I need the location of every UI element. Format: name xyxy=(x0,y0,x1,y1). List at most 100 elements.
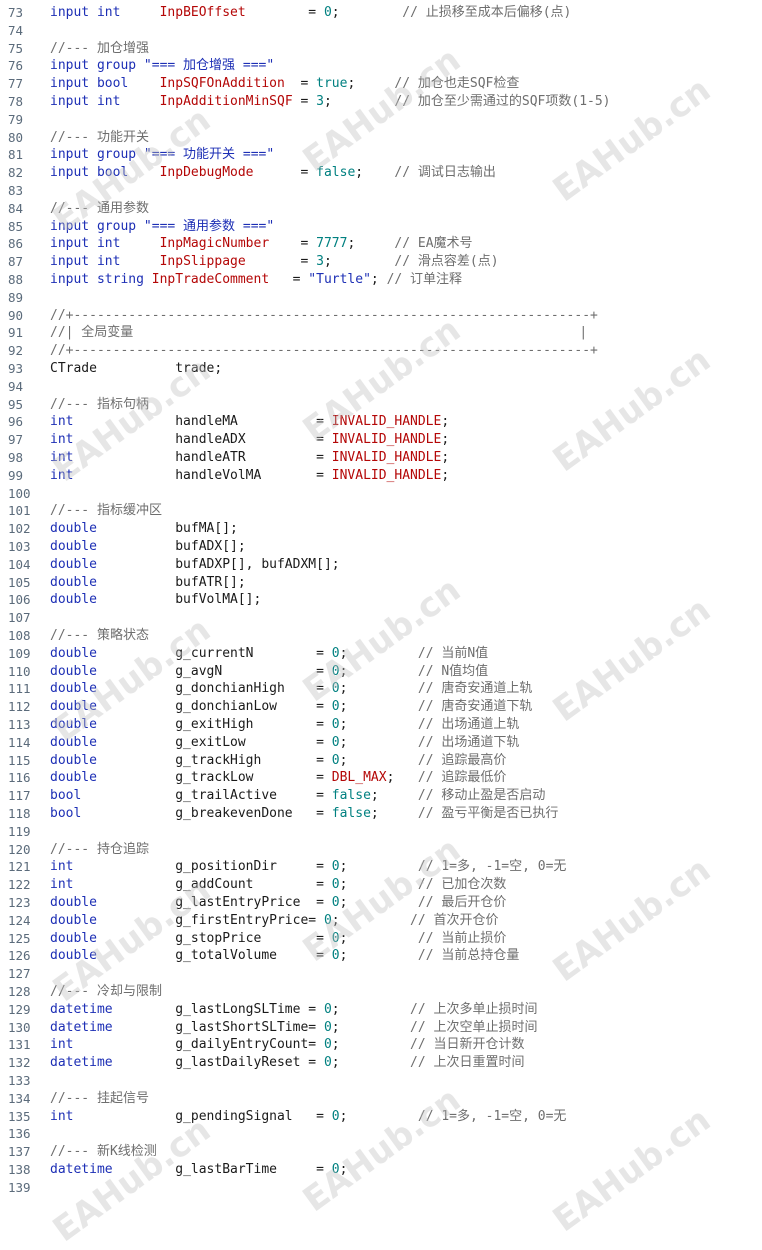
code-line[interactable]: 80 //--- 功能开关 xyxy=(0,129,762,147)
code-line[interactable]: 93 CTrade trade; xyxy=(0,360,762,378)
code-token: datetime xyxy=(50,1019,113,1035)
line-number: 134 xyxy=(8,1090,31,1106)
line-number: 112 xyxy=(8,699,31,715)
code-line[interactable]: 112 double g_donchianLow = 0; // 唐奇安通道下轨 xyxy=(0,698,762,716)
code-token: //| 全局变量 | xyxy=(50,325,588,341)
code-line[interactable]: 91 //| 全局变量 | xyxy=(0,324,762,342)
code-line[interactable]: 138 datetime g_lastBarTime = 0; xyxy=(0,1161,762,1179)
code-line[interactable]: 106 double bufVolMA[]; xyxy=(0,591,762,609)
line-number: 113 xyxy=(8,717,31,732)
code-line[interactable]: 133 xyxy=(0,1072,762,1090)
code-line[interactable]: 120 //--- 持仓追踪 xyxy=(0,841,762,859)
code-line[interactable]: 107 xyxy=(0,609,762,627)
code-line[interactable]: 121 int g_positionDir = 0; // 1=多, -1=空, … xyxy=(0,858,762,876)
code-line[interactable]: 75 //--- 加仓增强 xyxy=(0,40,762,58)
code-line[interactable]: 88 input string InpTradeComment = "Turtle… xyxy=(0,271,762,289)
code-line[interactable]: 97 int handleADX = INVALID_HANDLE; xyxy=(0,431,762,449)
line-code: double g_trackLow = DBL_MAX; // 追踪最低价 xyxy=(50,769,506,787)
line-code: //+-------------------------------------… xyxy=(50,307,598,325)
code-line[interactable]: 114 double g_exitLow = 0; // 出场通道下轨 xyxy=(0,734,762,752)
code-line[interactable]: 122 int g_addCount = 0; // 已加仓次数 xyxy=(0,876,762,894)
code-line[interactable]: 136 xyxy=(0,1125,762,1143)
code-line[interactable]: 110 double g_avgN = 0; // N值均值 xyxy=(0,663,762,681)
code-line[interactable]: 118 bool g_breakevenDone = false; // 盈亏平衡… xyxy=(0,805,762,823)
code-line[interactable]: 101 //--- 指标缓冲区 xyxy=(0,502,762,520)
code-token: InpAdditionMinSQF xyxy=(159,94,293,109)
code-line[interactable]: 111 double g_donchianHigh = 0; // 唐奇安通道上轨 xyxy=(0,680,762,698)
line-number: 85 xyxy=(8,218,24,234)
line-code: double g_exitHigh = 0; // 出场通道上轨 xyxy=(50,716,519,734)
code-token: int xyxy=(50,450,74,465)
code-line[interactable]: 139 xyxy=(0,1179,762,1197)
code-line[interactable]: 90 //+-----------------------------------… xyxy=(0,307,762,325)
code-line[interactable]: 135 int g_pendingSignal = 0; // 1=多, -1=空… xyxy=(0,1108,762,1126)
code-line[interactable]: 77 input bool InpSQFOnAddition = true; //… xyxy=(0,75,762,93)
line-number: 86 xyxy=(8,236,24,252)
line-number: 130 xyxy=(8,1019,31,1035)
code-token: 0 xyxy=(331,895,340,910)
code-line[interactable]: 76 input group "=== 加仓增强 ===" xyxy=(0,57,762,75)
line-code: //--- 加仓增强 xyxy=(50,40,149,58)
code-line[interactable]: 89 xyxy=(0,289,762,307)
code-line[interactable]: 126 double g_totalVolume = 0; // 当前总持仓量 xyxy=(0,947,762,965)
code-line[interactable]: 95 //--- 指标句柄 xyxy=(0,396,762,414)
code-line[interactable]: 116 double g_trackLow = DBL_MAX; // 追踪最低价 xyxy=(0,769,762,787)
code-token: //--- 指标句柄 xyxy=(50,396,149,412)
code-line[interactable]: 98 int handleATR = INVALID_HANDLE; xyxy=(0,449,762,467)
code-line[interactable]: 132 datetime g_lastDailyReset = 0; // 上次日… xyxy=(0,1054,762,1072)
code-token: 0 xyxy=(331,930,340,946)
code-line[interactable]: 113 double g_exitHigh = 0; // 出场通道上轨 xyxy=(0,716,762,734)
code-line[interactable]: 82 input bool InpDebugMode = false; // 调试… xyxy=(0,164,762,182)
code-token: 0 xyxy=(323,5,332,20)
code-line[interactable]: 79 xyxy=(0,111,762,129)
code-line[interactable]: 108 //--- 策略状态 xyxy=(0,627,762,645)
code-line[interactable]: 117 bool g_trailActive = false; // 移动止盈是否… xyxy=(0,787,762,805)
code-line[interactable]: 130 datetime g_lastShortSLTime= 0; // 上次空… xyxy=(0,1019,762,1037)
code-line[interactable]: 109 double g_currentN = 0; // 当前N值 xyxy=(0,645,762,663)
code-line[interactable]: 123 double g_lastEntryPrice = 0; // 最后开仓价 xyxy=(0,894,762,912)
code-line[interactable]: 86 input int InpMagicNumber = 7777; // EA… xyxy=(0,235,762,253)
code-line[interactable]: 119 xyxy=(0,823,762,841)
code-line[interactable]: 124 double g_firstEntryPrice= 0; // 首次开仓价 xyxy=(0,912,762,930)
code-line[interactable]: 92 //+-----------------------------------… xyxy=(0,342,762,360)
line-number: 138 xyxy=(8,1162,31,1177)
code-line[interactable]: 131 int g_dailyEntryCount= 0; // 当日新开仓计数 xyxy=(0,1036,762,1054)
line-number: 128 xyxy=(8,984,31,999)
code-line[interactable]: 134 //--- 挂起信号 xyxy=(0,1090,762,1108)
code-token: INVALID_HANDLE xyxy=(331,414,442,430)
code-line[interactable]: 83 xyxy=(0,182,762,200)
code-line[interactable]: 74 xyxy=(0,22,762,40)
code-line[interactable]: 78 input int InpAdditionMinSQF = 3; // 加仓… xyxy=(0,93,762,111)
code-token: InpBEOffset xyxy=(159,5,246,20)
code-line[interactable]: 103 double bufADX[]; xyxy=(0,538,762,556)
code-token: ; xyxy=(370,272,379,287)
code-line[interactable]: 87 input int InpSlippage = 3; // 滑点容差(点) xyxy=(0,253,762,271)
code-line[interactable]: 102 double bufMA[]; xyxy=(0,520,762,538)
code-token: = xyxy=(269,272,309,287)
code-line[interactable]: 73 input int InpBEOffset = 0; // 止损移至成本后偏… xyxy=(0,4,762,22)
line-code: int g_positionDir = 0; // 1=多, -1=空, 0=无 xyxy=(50,858,566,876)
code-line[interactable]: 137 //--- 新K线检测 xyxy=(0,1143,762,1161)
code-token: // 1=多, -1=空, 0=无 xyxy=(347,1108,567,1124)
code-line[interactable]: 84 //--- 通用参数 xyxy=(0,200,762,218)
code-token: //--- 冷却与限制 xyxy=(50,984,162,999)
code-editor[interactable]: 73 input int InpBEOffset = 0; // 止损移至成本后偏… xyxy=(0,0,762,1250)
code-line[interactable]: 129 datetime g_lastLongSLTime = 0; // 上次多… xyxy=(0,1001,762,1019)
code-line[interactable]: 85 input group "=== 通用参数 ===" xyxy=(0,218,762,236)
line-code: int g_pendingSignal = 0; // 1=多, -1=空, 0… xyxy=(50,1108,566,1126)
code-line[interactable]: 104 double bufADXP[], bufADXM[]; xyxy=(0,556,762,574)
code-token: //--- 挂起信号 xyxy=(50,1090,149,1106)
code-token: double xyxy=(50,521,97,537)
code-line[interactable]: 81 input group "=== 功能开关 ===" xyxy=(0,146,762,164)
code-line[interactable]: 128 //--- 冷却与限制 xyxy=(0,983,762,1001)
code-line[interactable]: 125 double g_stopPrice = 0; // 当前止损价 xyxy=(0,930,762,948)
code-line[interactable]: 100 xyxy=(0,485,762,503)
code-line[interactable]: 115 double g_trackHigh = 0; // 追踪最高价 xyxy=(0,752,762,770)
code-line[interactable]: 105 double bufATR[]; xyxy=(0,574,762,592)
code-line[interactable]: 127 xyxy=(0,965,762,983)
code-token: INVALID_HANDLE xyxy=(331,450,442,465)
code-line[interactable]: 94 xyxy=(0,378,762,396)
code-line[interactable]: 99 int handleVolMA = INVALID_HANDLE; xyxy=(0,467,762,485)
code-line[interactable]: 96 int handleMA = INVALID_HANDLE; xyxy=(0,413,762,431)
